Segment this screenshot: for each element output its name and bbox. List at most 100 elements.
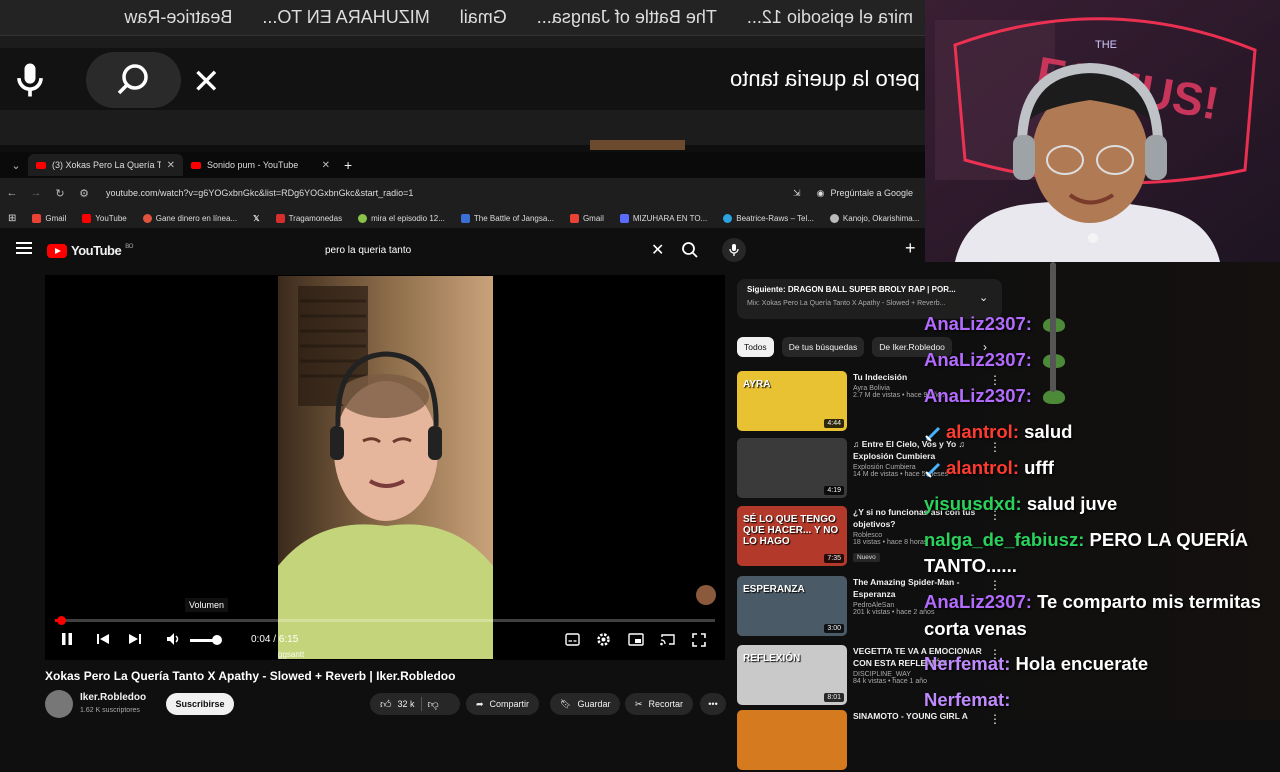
bookmark-gmail[interactable]: Gmail [32, 213, 66, 223]
bookmark-label: MIZUHARA EN TO... [632, 213, 708, 223]
chat-text: corta venas [924, 618, 1027, 639]
bookmark-mizuhara[interactable]: MIZUHARA EN TO... [619, 213, 708, 223]
mirrored-bookmark: Beatrice-Raw [124, 7, 233, 27]
share-button[interactable]: ➦ Compartir [466, 693, 540, 715]
bookmark-kanojo[interactable]: Kanojo, Okarishima... [829, 213, 920, 223]
video-thumbnail[interactable] [737, 710, 847, 770]
bookmark-label: mira el episodio 12... [371, 213, 445, 223]
voice-search-button[interactable] [722, 238, 746, 262]
channel-watermark-avatar[interactable] [696, 585, 716, 605]
chat-username[interactable]: nalga_de_fabiusz: [924, 529, 1090, 550]
chat-username[interactable]: alantrol: [946, 421, 1024, 442]
more-actions-button[interactable]: ••• [700, 693, 726, 715]
webcam-feed: FABIUS! THE [925, 0, 1280, 262]
new-badge: Nuevo [853, 553, 880, 562]
tab-list-icon[interactable]: ⌄ [4, 159, 28, 172]
chat-username[interactable]: AnaLiz2307: [924, 591, 1037, 612]
bookmark-label: The Battle of Jangsa... [473, 213, 554, 223]
cast-icon[interactable] [660, 633, 676, 651]
bookmark-youtube[interactable]: YouTube [82, 213, 127, 223]
search-input[interactable]: pero la queria tanto [315, 238, 675, 262]
chip-all[interactable]: Todos [737, 337, 774, 357]
chat-username[interactable]: Nerfemat: [924, 689, 1010, 710]
chat-username[interactable]: AnaLiz2307: [924, 349, 1037, 370]
fullscreen-icon[interactable] [692, 633, 706, 652]
back-arrow-icon[interactable]: ← [0, 187, 24, 199]
bookmark-mira-episodio[interactable]: mira el episodio 12... [358, 213, 445, 223]
chat-message: Nerfemat: Hola encuerate [924, 651, 1148, 677]
new-tab-button[interactable]: + [344, 157, 352, 173]
bookmark-beatrice[interactable]: Beatrice-Raws – Tel... [723, 213, 814, 223]
ask-google-button[interactable]: ⇲ ◉ Pregúntale a Google [793, 188, 913, 199]
thumbs-down-icon[interactable]: 👎︎ [428, 698, 439, 711]
chat-username[interactable]: yisuusdxd: [924, 493, 1027, 514]
volume-slider-knob[interactable] [212, 635, 222, 645]
video-thumbnail[interactable]: REFLEXIÓN 8:01 [737, 645, 847, 705]
url-field[interactable]: youtube.com/watch?v=g6YOGxbnGkc&list=RDg… [106, 188, 413, 198]
subscribe-button[interactable]: Suscribirse [166, 693, 234, 715]
volume-icon[interactable] [166, 632, 182, 649]
chat-username[interactable]: Nerfemat: [924, 653, 1016, 674]
bookmark-label: Gmail [582, 213, 604, 223]
video-thumbnail[interactable]: ESPERANZA 3:00 [737, 576, 847, 636]
next-icon[interactable] [128, 632, 142, 649]
progress-scrubber[interactable] [57, 616, 66, 625]
site-info-icon[interactable]: ⚙ [72, 187, 96, 200]
video-thumbnail[interactable]: AYRA 4:44 [737, 371, 847, 431]
video-title: Xokas Pero La Quería Tanto X Apathy - Sl… [45, 669, 456, 683]
menu-icon[interactable] [16, 242, 32, 257]
bookmark-x[interactable]: 𝕏 [253, 214, 259, 223]
bookmark-gmail-2[interactable]: Gmail [569, 213, 604, 223]
chat-username[interactable]: AnaLiz2307: [924, 385, 1037, 406]
reload-icon[interactable]: ↻ [48, 187, 72, 200]
chat-username[interactable]: alantrol: [946, 457, 1024, 478]
save-button[interactable]: 🔖︎ Guardar [550, 693, 621, 715]
subtitles-icon[interactable] [565, 633, 580, 651]
pause-icon[interactable] [60, 632, 74, 649]
chat-text: Hola encuerate [1015, 653, 1149, 674]
video-thumbnail[interactable]: SÉ LO QUE TENGO QUE HACER... Y NO LO HAG… [737, 506, 847, 566]
forward-arrow-icon[interactable]: → [24, 187, 48, 199]
youtube-favicon-icon [191, 161, 201, 169]
video-thumbnail[interactable]: 4:19 [737, 438, 847, 498]
channel-avatar[interactable] [45, 690, 73, 718]
chat-scrollbar[interactable] [1050, 262, 1056, 392]
chip-from-searches[interactable]: De tus búsquedas [781, 337, 865, 357]
apps-grid-icon[interactable]: ⊞ [8, 213, 16, 224]
miniplayer-icon[interactable] [628, 633, 644, 651]
mirrored-search-button [86, 52, 181, 108]
chat-message: AnaLiz2307: [924, 311, 1066, 337]
youtube-play-logo-icon [47, 243, 67, 258]
create-icon[interactable]: + [905, 238, 916, 259]
like-button[interactable]: 👍︎ 32 k [380, 698, 415, 711]
tab-xokas[interactable]: (3) Xokas Pero La Quería Ta ✕ [28, 154, 183, 176]
youtube-logo[interactable]: YouTube BO [47, 243, 133, 258]
clear-search-icon[interactable]: ✕ [651, 240, 664, 260]
search-icon[interactable] [680, 240, 700, 260]
site-icon [275, 213, 285, 223]
video-frame[interactable]: ggsantt [278, 276, 493, 659]
globe-icon [829, 213, 839, 223]
ask-google-label: Pregúntale a Google [830, 188, 913, 198]
x-logo-icon: 𝕏 [253, 213, 260, 223]
tab-sonido-pum[interactable]: Sonido pum - YouTube ✕ [183, 154, 338, 176]
channel-name[interactable]: Iker.Robledoo [80, 692, 146, 703]
chat-username[interactable]: AnaLiz2307: [924, 313, 1037, 334]
like-count: 32 k [397, 699, 415, 709]
bookmark-tragamonedas[interactable]: Tragamonedas [275, 213, 342, 223]
chat-text: salud [1024, 421, 1073, 442]
microphone-icon [729, 244, 739, 256]
bookmark-gane-dinero[interactable]: Gane dinero en línea... [142, 213, 237, 223]
clip-button[interactable]: ✂ Recortar [625, 693, 694, 715]
bookmark-battle-jangsa[interactable]: The Battle of Jangsa... [460, 213, 554, 223]
progress-bar[interactable] [55, 619, 715, 622]
tab-close-icon[interactable]: ✕ [167, 160, 175, 171]
tab-close-icon[interactable]: ✕ [322, 160, 330, 171]
chat-message: nalga_de_fabiusz: PERO LA QUERÍA [924, 527, 1248, 553]
chat-message: AnaLiz2307: [924, 383, 1066, 409]
settings-gear-icon[interactable] [596, 632, 611, 652]
search-icon [117, 64, 148, 95]
previous-icon[interactable] [96, 632, 110, 649]
bookmark-label: Kanojo, Okarishima... [842, 213, 920, 223]
thumbnail-text: AYRA [743, 379, 771, 390]
